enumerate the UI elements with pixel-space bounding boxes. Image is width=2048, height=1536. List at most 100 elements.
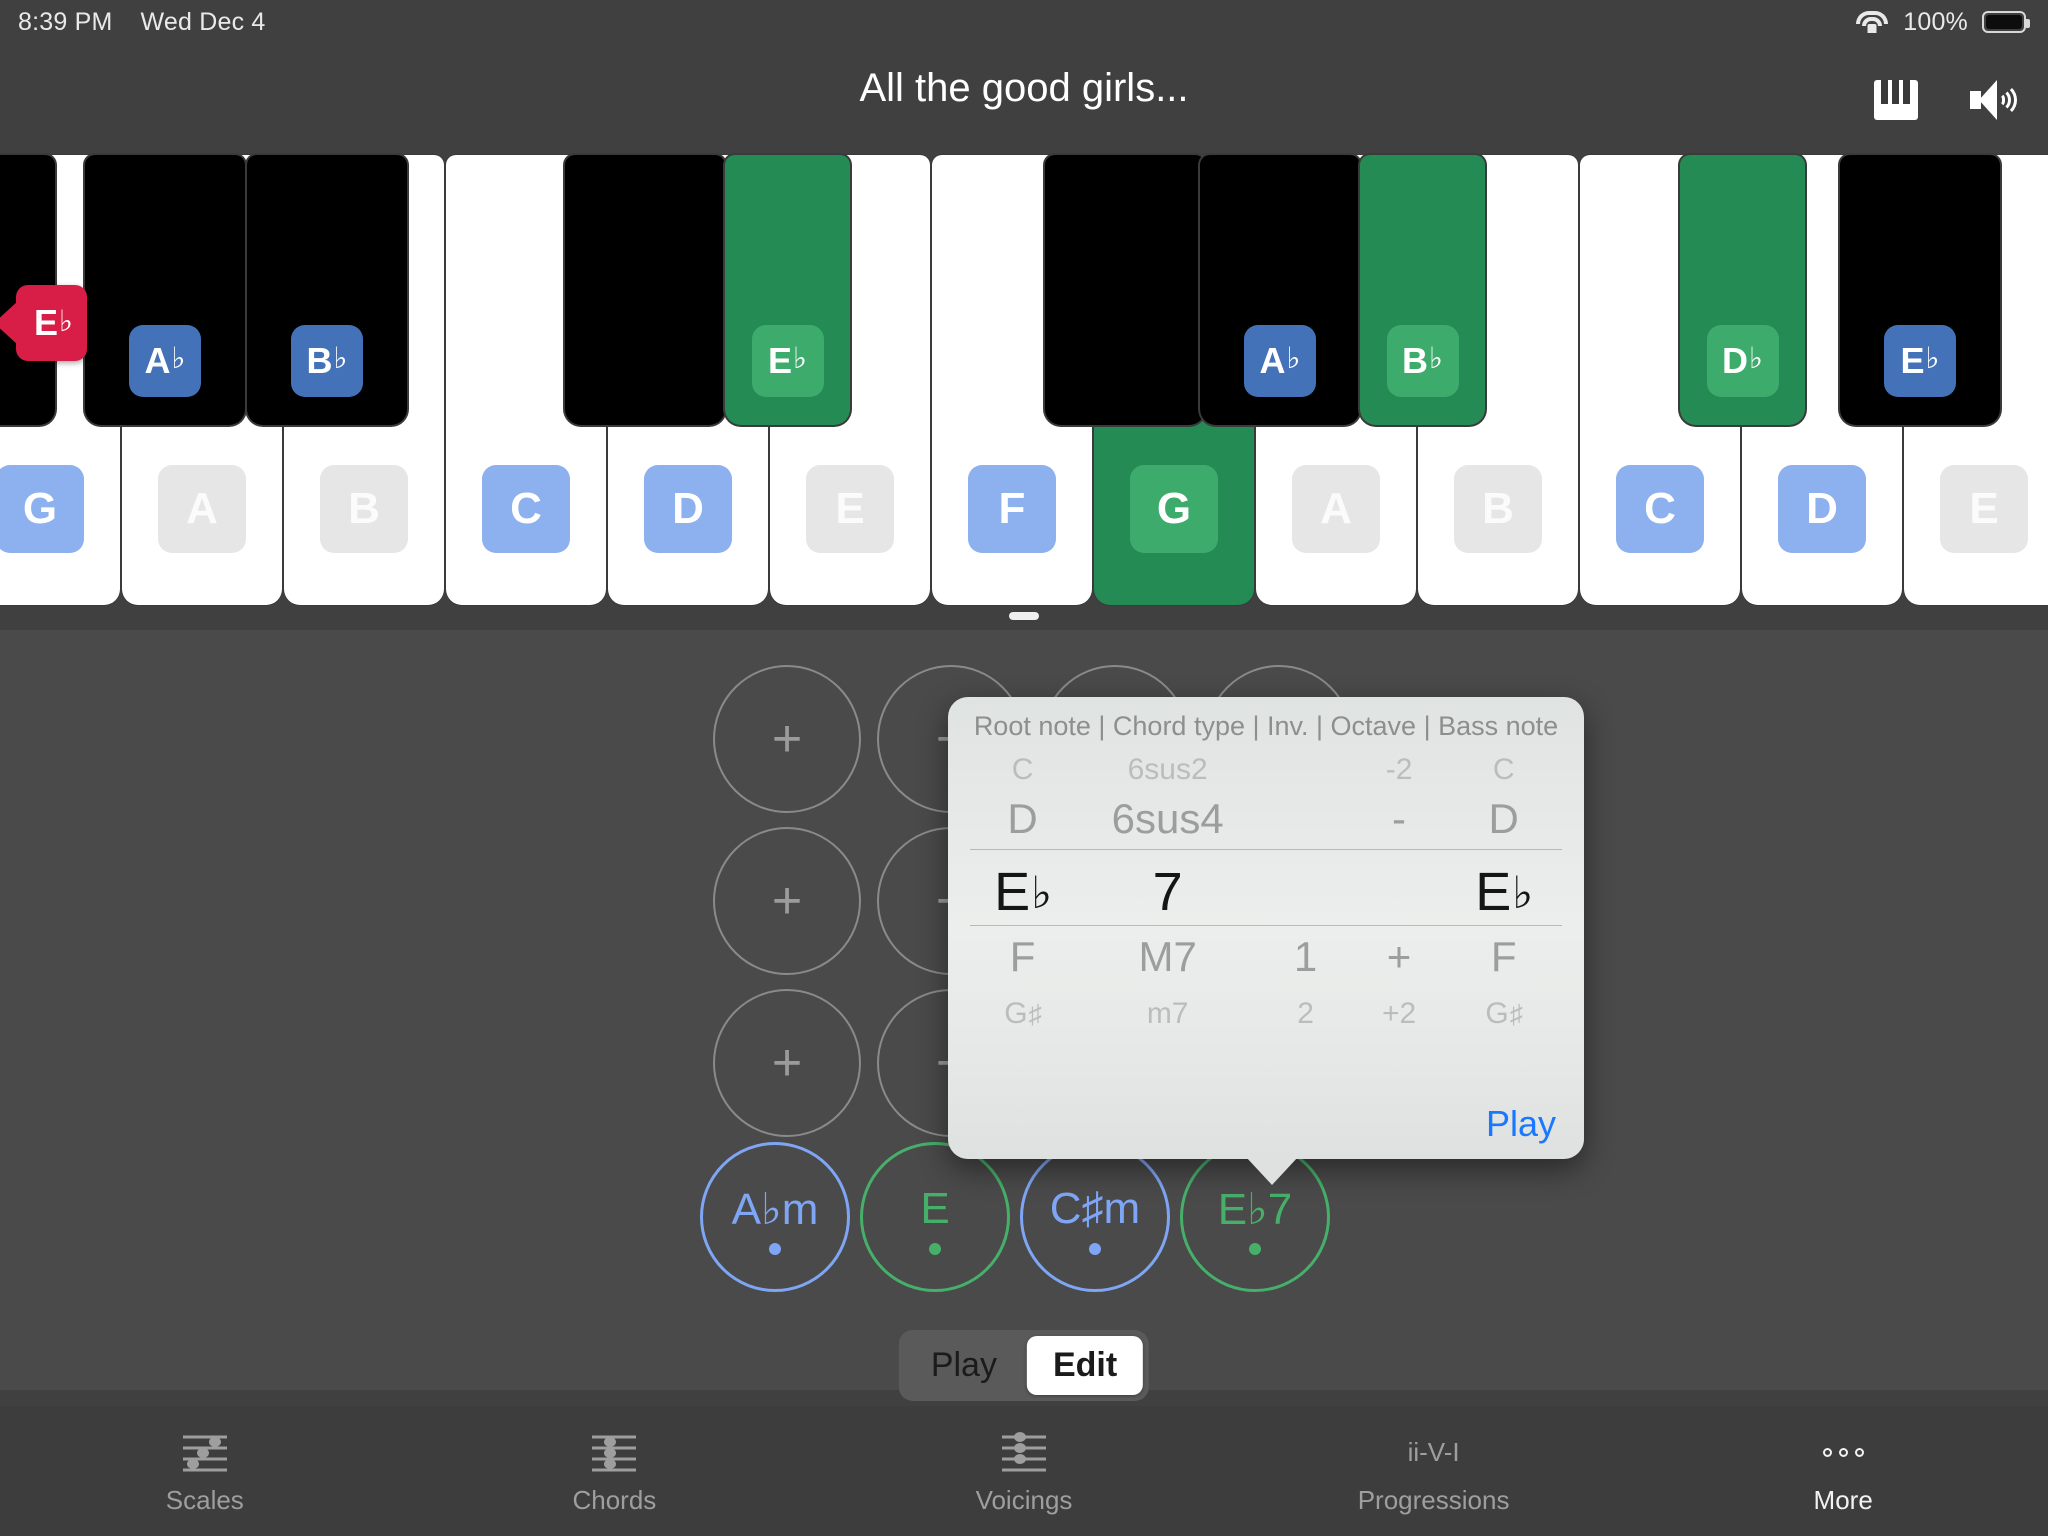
picker-type-minus1[interactable]: 6sus4 — [1076, 795, 1259, 843]
black-key-bb-2[interactable]: B ♭ — [247, 155, 407, 425]
picker-type-plus2[interactable]: m7 — [1076, 997, 1259, 1031]
plus-icon: + — [713, 989, 861, 1137]
chord-label: C♯m — [1049, 1184, 1141, 1233]
picker-root-plus1[interactable]: F — [970, 933, 1076, 981]
tab-chords[interactable]: Chords — [410, 1406, 820, 1536]
app-header: All the good girls... — [0, 44, 2048, 154]
black-key-label: E ♭ — [1884, 325, 1956, 397]
white-key-label: F — [968, 465, 1056, 553]
keyboard-drag-handle[interactable] — [1009, 612, 1039, 620]
picker-row-selected[interactable]: E♭ 7 E♭ — [970, 861, 1562, 923]
picker-root-minus1[interactable]: D — [970, 795, 1076, 843]
picker-row-plus1[interactable]: F M7 1 + F — [970, 933, 1562, 981]
white-key-label: D — [1778, 465, 1866, 553]
white-key-label: G — [1130, 465, 1218, 553]
header-actions — [1874, 80, 2022, 120]
chord-label: A♭m — [731, 1184, 819, 1234]
chord-status-dot — [929, 1243, 941, 1255]
tab-label: More — [1813, 1484, 1873, 1515]
tab-progressions[interactable]: ii-V-I Progressions — [1229, 1406, 1639, 1536]
chord-label: E♭7 — [1217, 1184, 1293, 1234]
empty-chord-slot[interactable]: + — [706, 820, 868, 982]
play-edit-segmented-control[interactable]: Play Edit — [898, 1330, 1150, 1401]
chord-picker[interactable]: C 6sus2 -2 C D 6sus4 - D E♭ 7 E♭ F M7 1 … — [970, 753, 1562, 1093]
chord-circle-1[interactable]: E — [860, 1142, 1010, 1292]
white-key-label: D — [644, 465, 732, 553]
black-key-label: B ♭ — [1386, 325, 1459, 397]
picker-root-plus2[interactable]: G♯ — [970, 997, 1076, 1031]
piano-keyboard[interactable]: G A B C D E F G A B C D E A ♭ B ♭ E ♭ A ♭ B ♭ D ♭ E ♭ E ♭ — [0, 155, 2048, 605]
app-root: 8:39 PM Wed Dec 4 100% All the good girl… — [0, 0, 2048, 1536]
status-bar: 8:39 PM Wed Dec 4 100% — [0, 0, 2048, 44]
bottom-tab-bar: Scales Chords Voicings ii-V-I Progressions Mo… — [0, 1406, 2048, 1536]
picker-type-minus2[interactable]: 6sus2 — [1076, 753, 1259, 787]
chord-circle-2[interactable]: C♯m — [1020, 1142, 1170, 1292]
wifi-icon — [1855, 9, 1889, 35]
chord-editor-popover[interactable]: Root note | Chord type | Inv. | Octave |… — [948, 697, 1584, 1185]
black-key-label: E ♭ — [751, 325, 824, 397]
chord-label: E — [920, 1184, 950, 1233]
popover-play-button[interactable]: Play — [1486, 1103, 1556, 1145]
empty-chord-slot[interactable]: + — [706, 658, 868, 820]
tab-label: Scales — [165, 1484, 244, 1515]
picker-type-plus1[interactable]: M7 — [1076, 933, 1259, 981]
picker-row-plus2[interactable]: G♯ m7 2 +2 G♯ — [970, 997, 1562, 1031]
tab-voicings[interactable]: Voicings — [819, 1406, 1229, 1536]
page-title: All the good girls... — [859, 66, 1189, 110]
white-key-label: E — [1940, 465, 2028, 553]
chord-status-dot — [1249, 1243, 1261, 1255]
battery-full-icon — [1982, 11, 2030, 33]
black-key-label: D ♭ — [1706, 325, 1779, 397]
picker-inv-plus1[interactable]: 1 — [1259, 933, 1352, 981]
ii-V-I-text-icon: ii-V-I — [1408, 1427, 1460, 1479]
tab-label: Progressions — [1357, 1484, 1510, 1515]
plus-icon: + — [713, 665, 861, 813]
plus-icon: + — [713, 827, 861, 975]
chords-staff-icon — [586, 1427, 642, 1479]
tab-more[interactable]: More — [1638, 1406, 2048, 1536]
picker-oct-minus1[interactable]: - — [1352, 795, 1446, 843]
picker-bass-minus1[interactable]: D — [1446, 795, 1562, 843]
segment-play[interactable]: Play — [905, 1336, 1023, 1395]
picker-bass-plus1[interactable]: F — [1446, 933, 1562, 981]
white-key-label: B — [320, 465, 408, 553]
picker-row-minus1[interactable]: D 6sus4 - D — [970, 795, 1562, 843]
picker-oct-minus2[interactable]: -2 — [1352, 753, 1446, 787]
white-key-label: B — [1454, 465, 1542, 553]
picker-type-selected[interactable]: 7 — [1076, 861, 1259, 923]
picker-oct-plus2[interactable]: +2 — [1352, 997, 1446, 1031]
picker-oct-plus1[interactable]: + — [1352, 933, 1446, 981]
root-note-pointer-badge: E ♭ — [16, 285, 87, 361]
battery-percent-label: 100% — [1903, 7, 1968, 36]
scales-staff-icon — [177, 1427, 233, 1479]
segment-edit[interactable]: Edit — [1026, 1336, 1144, 1395]
black-key-eb-9[interactable]: E ♭ — [1840, 155, 2000, 425]
black-key-ab-6[interactable]: A ♭ — [1200, 155, 1360, 425]
black-key-ab-1[interactable]: A ♭ — [85, 155, 245, 425]
picker-bass-plus2[interactable]: G♯ — [1446, 997, 1562, 1031]
speaker-volume-icon[interactable] — [1970, 80, 2022, 120]
white-key-label: A — [158, 465, 246, 553]
picker-root-minus2[interactable]: C — [970, 753, 1076, 787]
white-key-label: E — [806, 465, 894, 553]
picker-bass-minus2[interactable]: C — [1446, 753, 1562, 787]
black-key-eb-4[interactable]: E ♭ — [725, 155, 850, 425]
ellipsis-icon — [1822, 1427, 1864, 1479]
black-key-db-8[interactable]: D ♭ — [1680, 155, 1805, 425]
picker-bass-selected[interactable]: E♭ — [1446, 861, 1562, 923]
black-key-bb-7[interactable]: B ♭ — [1360, 155, 1485, 425]
tab-scales[interactable]: Scales — [0, 1406, 410, 1536]
picker-row-minus2[interactable]: C 6sus2 -2 C — [970, 753, 1562, 787]
picker-selection-line-bottom — [970, 925, 1562, 926]
empty-chord-slot[interactable]: + — [706, 982, 868, 1144]
chord-circle-0[interactable]: A♭m — [700, 1142, 850, 1292]
black-key-plain-3[interactable] — [565, 155, 725, 425]
picker-root-selected[interactable]: E♭ — [970, 861, 1076, 923]
status-date: Wed Dec 4 — [140, 7, 266, 36]
picker-inv-plus2[interactable]: 2 — [1259, 997, 1352, 1031]
white-key-label: G — [0, 465, 84, 553]
piano-keys-icon[interactable] — [1874, 80, 1918, 120]
black-key-plain-5[interactable] — [1045, 155, 1205, 425]
black-key-label: A ♭ — [129, 325, 201, 397]
black-key-label: A ♭ — [1244, 325, 1316, 397]
